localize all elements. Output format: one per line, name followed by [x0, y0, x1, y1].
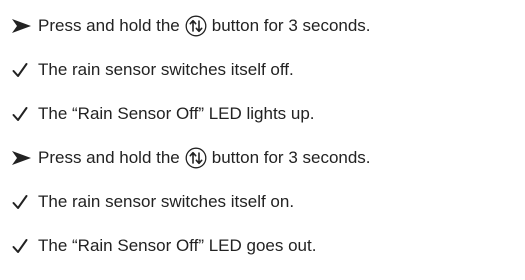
- up-down-arrows-button-icon: [185, 147, 207, 169]
- arrow-icon: [12, 19, 38, 33]
- step-text-before: Press and hold the: [38, 148, 180, 167]
- instruction-steps: Press and hold the button for 3 seconds.…: [12, 12, 525, 260]
- step-press-hold: Press and hold the button for 3 seconds.: [12, 12, 525, 40]
- step-text: The rain sensor switches itself off.: [38, 60, 294, 79]
- step-result: The rain sensor switches itself on.: [12, 188, 525, 216]
- step-text: The “Rain Sensor Off” LED lights up.: [38, 104, 315, 123]
- step-result: The rain sensor switches itself off.: [12, 56, 525, 84]
- step-text: The “Rain Sensor Off” LED goes out.: [38, 236, 317, 255]
- step-text: The rain sensor switches itself on.: [38, 192, 295, 211]
- arrow-icon: [12, 151, 38, 165]
- check-icon: [12, 238, 38, 254]
- step-text-after: button for 3 seconds.: [211, 16, 371, 35]
- step-result: The “Rain Sensor Off” LED lights up.: [12, 100, 525, 128]
- step-text-after: button for 3 seconds.: [211, 148, 371, 167]
- step-text-before: Press and hold the: [38, 16, 180, 35]
- check-icon: [12, 62, 38, 78]
- step-press-hold: Press and hold the button for 3 seconds.: [12, 144, 525, 172]
- check-icon: [12, 106, 38, 122]
- step-result: The “Rain Sensor Off” LED goes out.: [12, 232, 525, 260]
- up-down-arrows-button-icon: [185, 15, 207, 37]
- check-icon: [12, 194, 38, 210]
